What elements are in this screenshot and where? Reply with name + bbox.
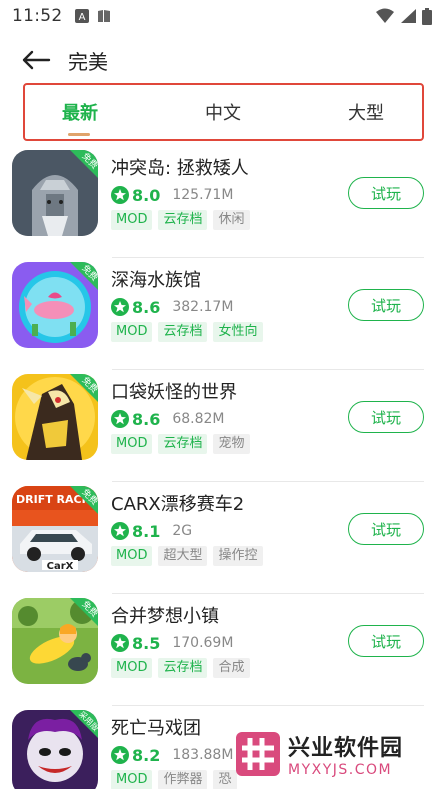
game-name[interactable]: 死亡马戏团 xyxy=(111,714,201,740)
game-row[interactable]: 免费 合并梦想小镇 8.5 170.69M MOD 云存档 合成 试玩 xyxy=(0,594,444,706)
book-icon xyxy=(97,10,110,22)
tag-line: MOD 云存档 宠物 xyxy=(111,434,250,454)
try-button[interactable]: 试玩 xyxy=(348,625,424,657)
notification-a-icon: A xyxy=(74,9,89,23)
file-size: 183.88M xyxy=(172,747,234,763)
game-row[interactable]: 免费 冲突岛: 拯救矮人 8.0 125.71M MOD 云存档 休闲 试玩 xyxy=(0,146,444,258)
rating-value: 8.5 xyxy=(132,633,161,653)
rating-line: 8.1 2G xyxy=(111,520,192,542)
tag: 宠物 xyxy=(213,434,250,454)
game-icon-merge-town[interactable]: 免费 xyxy=(12,598,98,684)
file-size: 382.17M xyxy=(172,299,234,315)
top-bar: 完美 xyxy=(0,40,444,80)
rating-value: 8.6 xyxy=(132,409,161,429)
game-row[interactable]: DRIFT RACIN CarX 免费 CARX漂移赛车2 8.1 2G MOD… xyxy=(0,482,444,594)
arrow-left-icon xyxy=(22,50,51,70)
rating-value: 8.2 xyxy=(132,745,161,765)
tag: 操作控 xyxy=(213,546,263,566)
tag-line: MOD 作弊器 恐 xyxy=(111,770,237,789)
tag: 超大型 xyxy=(158,546,208,566)
status-right-icons xyxy=(376,7,432,25)
try-button[interactable]: 试玩 xyxy=(348,177,424,209)
tag: 云存档 xyxy=(158,434,208,454)
tag: MOD xyxy=(111,210,153,230)
game-name[interactable]: 口袋妖怪的世界 xyxy=(111,378,237,404)
star-icon xyxy=(111,522,129,540)
rating-line: 8.5 170.69M xyxy=(111,632,233,654)
tag-line: MOD 超大型 操作控 xyxy=(111,546,263,566)
star-icon xyxy=(111,634,129,652)
signal-icon xyxy=(401,9,416,23)
tag: MOD xyxy=(111,770,153,789)
tag: 合成 xyxy=(213,658,250,678)
tab-bar: 最新 中文 大型 xyxy=(23,83,424,141)
game-row[interactable]: 免费 口袋妖怪的世界 8.6 68.82M MOD 云存档 宠物 试玩 xyxy=(0,370,444,482)
svg-text:A: A xyxy=(78,12,85,23)
tag: MOD xyxy=(111,434,153,454)
tag: MOD xyxy=(111,658,153,678)
icon-caption: CarX xyxy=(47,561,74,572)
rating-value: 8.0 xyxy=(132,185,161,205)
game-icon-dwarf[interactable]: 免费 xyxy=(12,150,98,236)
tag: 休闲 xyxy=(213,210,250,230)
tab-chinese[interactable]: 中文 xyxy=(188,85,258,139)
wifi-icon xyxy=(376,8,394,23)
game-name[interactable]: 冲突岛: 拯救矮人 xyxy=(111,154,249,180)
file-size: 2G xyxy=(172,523,193,539)
rating-value: 8.6 xyxy=(132,297,161,317)
watermark-name: 兴业软件园 xyxy=(288,736,404,761)
file-size: 68.82M xyxy=(172,411,225,427)
star-icon xyxy=(111,186,129,204)
page-title: 完美 xyxy=(68,49,108,74)
status-bar: 11:52 A xyxy=(0,0,444,32)
game-icon-death-circus[interactable]: 采用版 xyxy=(12,710,98,789)
game-name[interactable]: 合并梦想小镇 xyxy=(111,602,219,628)
tag-line: MOD 云存档 休闲 xyxy=(111,210,250,230)
site-watermark: 兴业软件园 MYXYJS.COM xyxy=(236,724,436,784)
file-size: 125.71M xyxy=(172,187,234,203)
back-button[interactable] xyxy=(16,40,56,80)
rating-line: 8.6 68.82M xyxy=(111,408,225,430)
tag: MOD xyxy=(111,546,153,566)
tab-active-indicator xyxy=(68,133,90,136)
tag-line: MOD 云存档 合成 xyxy=(111,658,250,678)
game-name[interactable]: CARX漂移赛车2 xyxy=(111,490,244,516)
star-icon xyxy=(111,410,129,428)
try-button[interactable]: 试玩 xyxy=(348,401,424,433)
game-icon-aquarium[interactable]: 免费 xyxy=(12,262,98,348)
game-icon-pocket-monster[interactable]: 免费 xyxy=(12,374,98,460)
try-button[interactable]: 试玩 xyxy=(348,289,424,321)
rating-line: 8.6 382.17M xyxy=(111,296,233,318)
tag: 恐 xyxy=(213,770,237,789)
rating-line: 8.0 125.71M xyxy=(111,184,233,206)
rating-line: 8.2 183.88M xyxy=(111,744,233,766)
rating-value: 8.1 xyxy=(132,521,161,541)
tag: 作弊器 xyxy=(158,770,208,789)
watermark-logo-icon xyxy=(236,732,280,776)
battery-icon xyxy=(422,7,432,25)
star-icon xyxy=(111,746,129,764)
tag: 云存档 xyxy=(158,322,208,342)
status-time: 11:52 xyxy=(12,6,63,26)
watermark-url: MYXYJS.COM xyxy=(288,762,393,778)
game-name[interactable]: 深海水族馆 xyxy=(111,266,201,292)
tag: MOD xyxy=(111,322,153,342)
try-button[interactable]: 试玩 xyxy=(348,513,424,545)
status-left-icons: A xyxy=(74,9,111,23)
tag: 云存档 xyxy=(158,658,208,678)
file-size: 170.69M xyxy=(172,635,234,651)
game-icon-carx[interactable]: DRIFT RACIN CarX 免费 xyxy=(12,486,98,572)
tag: 云存档 xyxy=(158,210,208,230)
tag-line: MOD 云存档 女性向 xyxy=(111,322,263,342)
game-row[interactable]: 免费 深海水族馆 8.6 382.17M MOD 云存档 女性向 试玩 xyxy=(0,258,444,370)
game-list: 免费 冲突岛: 拯救矮人 8.0 125.71M MOD 云存档 休闲 试玩 免… xyxy=(0,146,444,789)
star-icon xyxy=(111,298,129,316)
tab-newest[interactable]: 最新 xyxy=(45,85,115,139)
tab-large[interactable]: 大型 xyxy=(331,85,401,139)
tag: 女性向 xyxy=(213,322,263,342)
